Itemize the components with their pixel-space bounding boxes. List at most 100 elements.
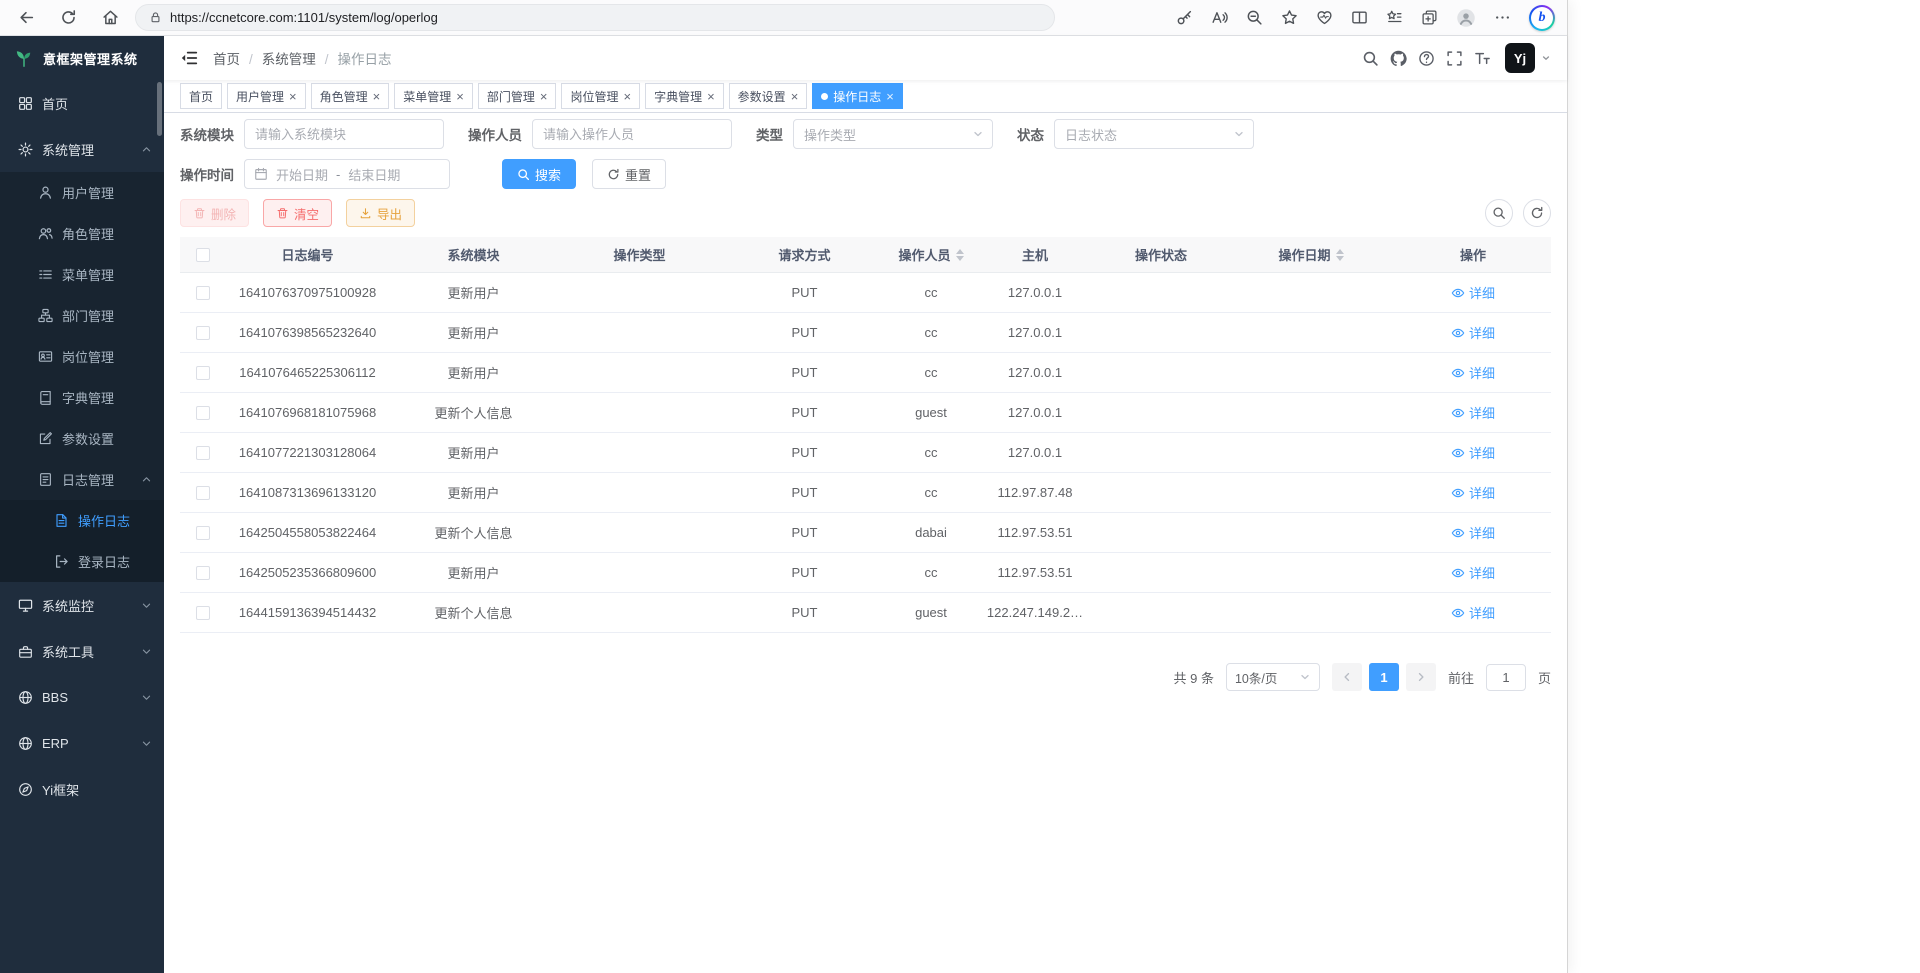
profile-icon[interactable]	[1456, 8, 1476, 28]
read-aloud-icon[interactable]	[1211, 9, 1228, 26]
refresh-table-button[interactable]	[1523, 199, 1551, 227]
view-tab[interactable]: 首页 ×	[180, 83, 222, 109]
row-checkbox[interactable]	[196, 526, 210, 540]
breadcrumb-system[interactable]: 系统管理	[262, 48, 338, 68]
row-checkbox[interactable]	[196, 286, 210, 300]
detail-link[interactable]: 详细	[1451, 323, 1495, 342]
detail-link[interactable]: 详细	[1451, 403, 1495, 422]
page-number-button[interactable]: 1	[1369, 663, 1399, 691]
detail-link[interactable]: 详细	[1451, 563, 1495, 582]
row-checkbox[interactable]	[196, 326, 210, 340]
delete-button[interactable]: 删除	[180, 199, 249, 227]
cell-log-id: 1641076465225306112	[225, 353, 390, 392]
close-icon[interactable]: ×	[373, 90, 381, 103]
sidebar-item[interactable]: 部门管理	[0, 295, 164, 336]
search-icon[interactable]	[1362, 50, 1379, 67]
goto-page-input[interactable]	[1486, 664, 1526, 691]
col-operator[interactable]: 操作人员	[887, 245, 975, 264]
detail-link[interactable]: 详细	[1451, 363, 1495, 382]
status-select[interactable]: 日志状态	[1054, 119, 1254, 149]
type-select[interactable]: 操作类型	[793, 119, 993, 149]
row-checkbox[interactable]	[196, 446, 210, 460]
search-button[interactable]: 搜索	[502, 159, 576, 189]
close-icon[interactable]: ×	[540, 90, 548, 103]
row-checkbox[interactable]	[196, 406, 210, 420]
detail-link[interactable]: 详细	[1451, 603, 1495, 622]
detail-link[interactable]: 详细	[1451, 483, 1495, 502]
close-icon[interactable]: ×	[791, 90, 799, 103]
select-all-checkbox[interactable]	[196, 248, 210, 262]
sidebar-item[interactable]: BBS	[0, 674, 164, 720]
question-icon[interactable]	[1418, 50, 1435, 67]
bing-icon[interactable]: b	[1529, 5, 1555, 31]
favorite-add-icon[interactable]	[1281, 9, 1298, 26]
date-range-picker[interactable]: 开始日期 - 结束日期	[244, 159, 450, 189]
back-icon[interactable]	[18, 9, 35, 26]
address-bar[interactable]: https://ccnetcore.com:1101/system/log/op…	[135, 4, 1055, 31]
avatar[interactable]: Yj	[1505, 43, 1535, 73]
row-checkbox[interactable]	[196, 366, 210, 380]
essentials-icon[interactable]	[1316, 9, 1333, 26]
home-icon[interactable]	[102, 9, 119, 26]
sidebar-item[interactable]: 参数设置	[0, 418, 164, 459]
view-tab[interactable]: 部门管理 ×	[478, 83, 557, 109]
toggle-search-button[interactable]	[1485, 199, 1513, 227]
key-icon[interactable]	[1176, 9, 1193, 26]
sidebar-item[interactable]: 登录日志	[0, 541, 164, 582]
user-menu[interactable]: Yj	[1505, 43, 1551, 73]
favorites-icon[interactable]	[1386, 9, 1403, 26]
github-icon[interactable]	[1390, 50, 1407, 67]
sidebar-scrollbar[interactable]	[157, 82, 162, 136]
zoom-out-icon[interactable]	[1246, 9, 1263, 26]
fullscreen-icon[interactable]	[1446, 50, 1463, 67]
operator-input[interactable]	[532, 119, 732, 149]
view-tab[interactable]: 操作日志 ×	[812, 83, 903, 109]
sidebar-item-label: 岗位管理	[62, 347, 114, 366]
detail-link[interactable]: 详细	[1451, 523, 1495, 542]
sidebar-item[interactable]: 系统监控	[0, 582, 164, 628]
sidebar-item[interactable]: 首页	[0, 80, 164, 126]
close-icon[interactable]: ×	[886, 90, 894, 103]
more-icon[interactable]	[1494, 9, 1511, 26]
row-checkbox[interactable]	[196, 566, 210, 580]
reset-button[interactable]: 重置	[592, 159, 666, 189]
sidebar-item[interactable]: 角色管理	[0, 213, 164, 254]
sidebar-item[interactable]: 系统工具	[0, 628, 164, 674]
view-tab[interactable]: 菜单管理 ×	[394, 83, 473, 109]
sidebar-item[interactable]: 菜单管理	[0, 254, 164, 295]
close-icon[interactable]: ×	[707, 90, 715, 103]
split-screen-icon[interactable]	[1351, 9, 1368, 26]
detail-link[interactable]: 详细	[1451, 443, 1495, 462]
clear-button[interactable]: 清空	[263, 199, 332, 227]
close-icon[interactable]: ×	[456, 90, 464, 103]
view-tab[interactable]: 岗位管理 ×	[561, 83, 640, 109]
view-tab[interactable]: 参数设置 ×	[729, 83, 808, 109]
collections-icon[interactable]	[1421, 9, 1438, 26]
col-date[interactable]: 操作日期	[1227, 245, 1395, 264]
refresh-icon[interactable]	[60, 9, 77, 26]
sidebar-item[interactable]: ERP	[0, 720, 164, 766]
export-button[interactable]: 导出	[346, 199, 415, 227]
close-icon[interactable]: ×	[623, 90, 631, 103]
view-tab[interactable]: 用户管理 ×	[227, 83, 306, 109]
prev-page-button[interactable]	[1332, 663, 1362, 691]
row-checkbox[interactable]	[196, 486, 210, 500]
breadcrumb-home[interactable]: 首页	[213, 48, 262, 68]
module-input[interactable]	[244, 119, 444, 149]
sidebar-item[interactable]: 字典管理	[0, 377, 164, 418]
font-size-icon[interactable]	[1474, 50, 1491, 67]
view-tab[interactable]: 角色管理 ×	[311, 83, 390, 109]
sidebar-item[interactable]: 用户管理	[0, 172, 164, 213]
sidebar-item[interactable]: 操作日志	[0, 500, 164, 541]
close-icon[interactable]: ×	[289, 90, 297, 103]
sidebar-toggle-icon[interactable]	[180, 49, 198, 67]
sidebar-item[interactable]: 岗位管理	[0, 336, 164, 377]
sidebar-item[interactable]: 系统管理	[0, 126, 164, 172]
next-page-button[interactable]	[1406, 663, 1436, 691]
sidebar-item[interactable]: Yi框架	[0, 766, 164, 812]
sidebar-item[interactable]: 日志管理	[0, 459, 164, 500]
view-tab[interactable]: 字典管理 ×	[645, 83, 724, 109]
page-size-select[interactable]: 10条/页	[1226, 663, 1320, 691]
row-checkbox[interactable]	[196, 606, 210, 620]
detail-link[interactable]: 详细	[1451, 283, 1495, 302]
